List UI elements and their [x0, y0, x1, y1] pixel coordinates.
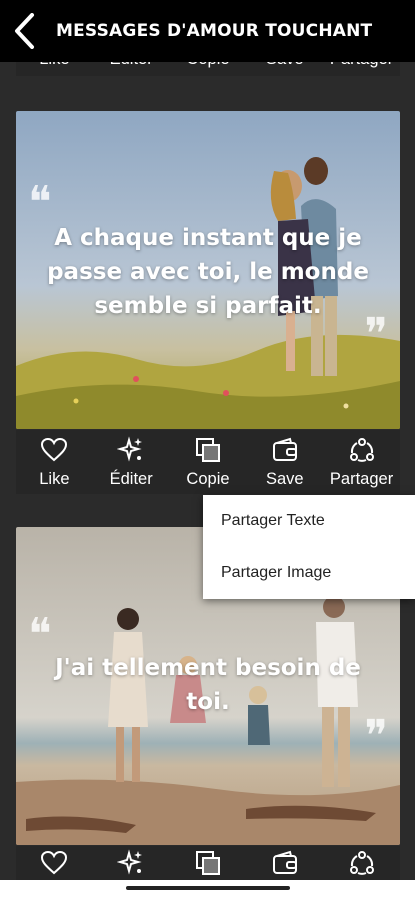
sparkle-icon: [117, 849, 143, 875]
heart-icon: [41, 850, 68, 875]
share-icon: [349, 851, 374, 875]
save-button[interactable]: [249, 849, 321, 877]
chevron-left-icon: [15, 13, 34, 49]
heart-icon: [41, 437, 68, 461]
card-1-actions: Like Éditer Copie Save Partager: [16, 430, 400, 494]
share-text-menu-item[interactable]: Partager Texte: [203, 495, 415, 547]
share-image-menu-item[interactable]: Partager Image: [203, 547, 415, 599]
home-gesture-pill[interactable]: [126, 886, 290, 890]
save-button[interactable]: Save: [249, 436, 321, 489]
share-button[interactable]: Partager: [326, 436, 398, 489]
quote-text: A chaque instant que je passe avec toi, …: [47, 225, 369, 319]
copy-label: Copie: [186, 469, 230, 488]
copy-button[interactable]: [172, 849, 244, 877]
card-2-actions: [16, 846, 400, 880]
save-label: Save: [265, 469, 304, 488]
app-header: MESSAGES D'AMOUR TOUCHANT: [0, 0, 415, 62]
quote-card-1[interactable]: ❝ ❞ A chaque instant que je passe avec t…: [16, 111, 400, 429]
edit-button[interactable]: Éditer: [95, 435, 167, 489]
wallet-icon: [272, 850, 297, 874]
edit-label: Éditer: [109, 469, 153, 488]
sparkle-icon: [117, 435, 143, 462]
share-label: Partager: [329, 469, 394, 488]
copy-button[interactable]: Copie: [172, 436, 244, 489]
copy-icon: [195, 851, 220, 875]
back-button[interactable]: [0, 0, 50, 62]
wallet-icon: [272, 437, 297, 461]
page-title: MESSAGES D'AMOUR TOUCHANT: [56, 21, 373, 41]
share-menu: Partager Texte Partager Image: [203, 495, 415, 599]
like-button[interactable]: Like: [18, 436, 90, 489]
copy-icon: [195, 437, 220, 462]
close-quote-icon: ❞: [364, 711, 388, 762]
like-label: Like: [39, 469, 70, 488]
share-button[interactable]: [326, 849, 398, 877]
system-navigation-bar: [0, 880, 415, 900]
open-quote-icon: ❝: [28, 177, 52, 228]
like-button[interactable]: [18, 849, 90, 877]
quote-text: J'ai tellement besoin de toi.: [55, 655, 361, 715]
share-icon: [349, 437, 374, 462]
edit-button[interactable]: [95, 849, 167, 877]
